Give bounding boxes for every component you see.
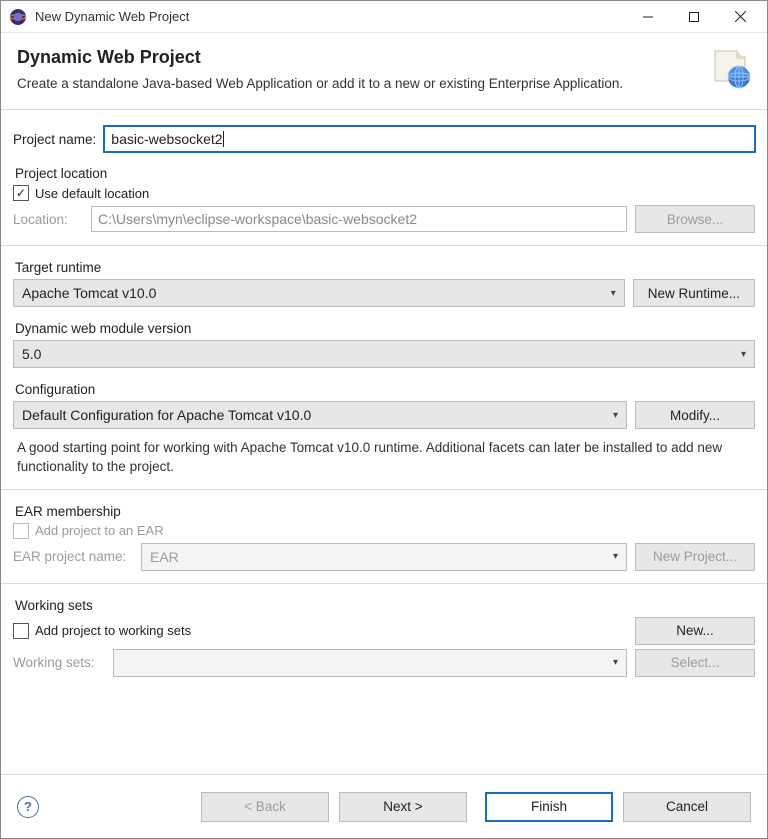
wizard-footer: ? < Back Next > Finish Cancel <box>1 774 767 838</box>
next-button[interactable]: Next > <box>339 792 467 822</box>
working-sets-add-label: Add project to working sets <box>35 623 191 638</box>
chevron-down-icon: ▾ <box>613 657 618 668</box>
module-version-value: 5.0 <box>22 346 41 362</box>
ear-project-value: EAR <box>150 549 179 565</box>
chevron-down-icon: ▾ <box>741 349 746 360</box>
close-button[interactable] <box>717 2 763 32</box>
ear-project-name-label: EAR project name: <box>13 549 133 564</box>
new-runtime-button[interactable]: New Runtime... <box>633 279 755 307</box>
titlebar: New Dynamic Web Project <box>1 1 767 33</box>
configuration-title: Configuration <box>15 382 755 397</box>
configuration-description: A good starting point for working with A… <box>17 439 751 477</box>
location-input <box>91 206 627 232</box>
maximize-button[interactable] <box>671 2 717 32</box>
project-name-input[interactable]: basic-websocket2 <box>104 126 755 152</box>
ear-add-checkbox <box>13 523 29 539</box>
working-sets-add-row: Add project to working sets New... <box>13 617 755 645</box>
location-row: Location: Browse... <box>13 205 755 233</box>
module-version-row: 5.0 ▾ <box>13 340 755 368</box>
configuration-value: Default Configuration for Apache Tomcat … <box>22 407 311 423</box>
use-default-location-label: Use default location <box>35 186 149 201</box>
working-sets-select: ▾ <box>113 649 627 677</box>
project-location-title: Project location <box>15 166 755 181</box>
wizard-content: Project name: basic-websocket2 Project l… <box>1 110 767 677</box>
configuration-select[interactable]: Default Configuration for Apache Tomcat … <box>13 401 627 429</box>
ear-project-select: EAR ▾ <box>141 543 627 571</box>
location-label: Location: <box>13 212 83 227</box>
web-project-icon <box>709 47 751 89</box>
project-name-row: Project name: basic-websocket2 <box>13 126 755 152</box>
working-sets-select-button: Select... <box>635 649 755 677</box>
wizard-description: Create a standalone Java-based Web Appli… <box>17 76 709 91</box>
working-sets-label: Working sets: <box>13 655 105 670</box>
chevron-down-icon: ▾ <box>611 288 616 299</box>
ear-add-label: Add project to an EAR <box>35 523 164 538</box>
chevron-down-icon: ▾ <box>613 551 618 562</box>
eclipse-icon <box>9 8 27 26</box>
target-runtime-row: Apache Tomcat v10.0 ▾ New Runtime... <box>13 279 755 307</box>
browse-button: Browse... <box>635 205 755 233</box>
ear-new-project-button: New Project... <box>635 543 755 571</box>
minimize-button[interactable] <box>625 2 671 32</box>
module-version-title: Dynamic web module version <box>15 321 755 336</box>
target-runtime-select[interactable]: Apache Tomcat v10.0 ▾ <box>13 279 625 307</box>
help-button[interactable]: ? <box>17 796 39 818</box>
chevron-down-icon: ▾ <box>613 410 618 421</box>
use-default-location-checkbox[interactable]: ✓ <box>13 185 29 201</box>
target-runtime-value: Apache Tomcat v10.0 <box>22 285 156 301</box>
project-name-label: Project name: <box>13 132 96 147</box>
modify-button[interactable]: Modify... <box>635 401 755 429</box>
wizard-title: Dynamic Web Project <box>17 47 709 68</box>
ear-name-row: EAR project name: EAR ▾ New Project... <box>13 543 755 571</box>
use-default-location-row[interactable]: ✓ Use default location <box>13 185 755 201</box>
working-sets-add-checkbox-row[interactable]: Add project to working sets <box>13 623 627 639</box>
back-button: < Back <box>201 792 329 822</box>
working-sets-title: Working sets <box>15 598 755 613</box>
cancel-button[interactable]: Cancel <box>623 792 751 822</box>
window-title: New Dynamic Web Project <box>35 9 625 24</box>
working-sets-add-checkbox[interactable] <box>13 623 29 639</box>
finish-button[interactable]: Finish <box>485 792 613 822</box>
ear-title: EAR membership <box>15 504 755 519</box>
checkmark-icon: ✓ <box>16 186 26 200</box>
ear-add-row: Add project to an EAR <box>13 523 755 539</box>
configuration-row: Default Configuration for Apache Tomcat … <box>13 401 755 429</box>
text-caret <box>223 131 224 147</box>
wizard-banner: Dynamic Web Project Create a standalone … <box>1 33 767 110</box>
module-version-select[interactable]: 5.0 ▾ <box>13 340 755 368</box>
working-sets-select-row: Working sets: ▾ Select... <box>13 649 755 677</box>
target-runtime-title: Target runtime <box>15 260 755 275</box>
working-sets-new-button[interactable]: New... <box>635 617 755 645</box>
project-name-value: basic-websocket2 <box>111 131 222 147</box>
